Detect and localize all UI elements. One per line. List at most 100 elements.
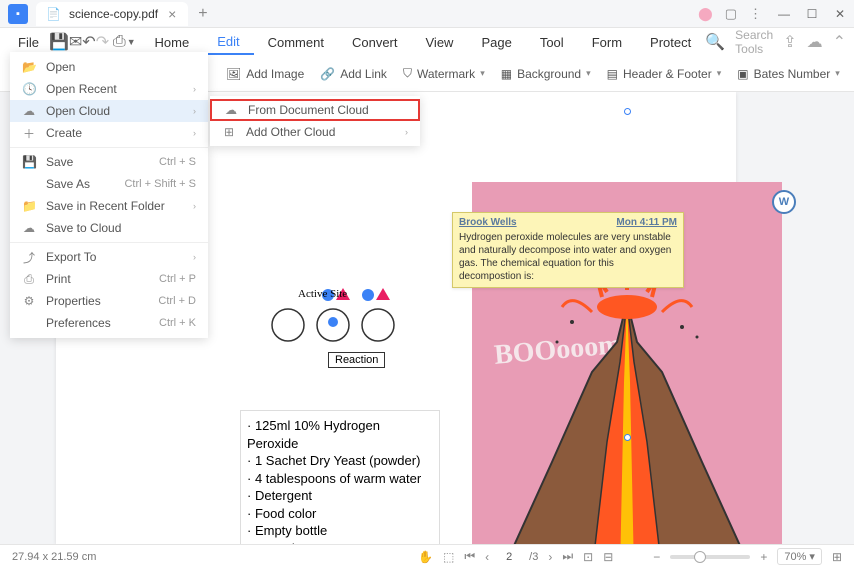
hand-tool-icon[interactable]: ✋ [418,550,433,564]
list-item: · Funnel [247,540,433,544]
comment-popup[interactable]: Brook Wells Mon 4:11 PM Hydrogen peroxid… [452,212,684,288]
redo-icon[interactable]: ↷ [96,30,109,54]
dropdown-icon[interactable]: ▼ [126,30,137,54]
tab-edit[interactable]: Edit [203,30,253,55]
first-page-icon[interactable]: ⏮ [464,549,475,564]
chevron-down-icon: ▾ [835,68,840,79]
document-tab[interactable]: 📄 science-copy.pdf × [36,2,188,26]
fit-page-icon[interactable]: ⊡ [583,550,593,564]
list-item: · Food color [247,505,433,523]
print-icon[interactable]: ⎙ [113,30,126,54]
zoom-thumb[interactable] [694,551,706,563]
page-dimensions: 27.94 x 21.59 cm [12,551,96,563]
save-icon: 💾 [22,155,36,169]
gift-icon[interactable]: ⬤ [698,6,713,22]
menu-create[interactable]: ＋Create› [10,122,208,144]
mail-icon[interactable]: ✉ [69,30,82,54]
zoom-slider[interactable] [670,555,750,559]
add-image-button[interactable]: 🖼Add Image [226,67,304,81]
list-item: · 1 Sachet Dry Yeast (powder) [247,452,433,470]
list-item: · Detergent [247,487,433,505]
chevron-right-icon: › [193,128,196,138]
chevron-down-icon: ▾ [480,68,485,79]
select-tool-icon[interactable]: ⬚ [443,550,454,564]
app-icon: ▪ [8,4,28,24]
header-footer-button[interactable]: ▤Header & Footer▾ [607,67,722,81]
background-button[interactable]: ▦Background▾ [501,67,591,81]
tab-title: science-copy.pdf [69,7,158,21]
menu-properties[interactable]: ⚙PropertiesCtrl + D [10,290,208,312]
page-input[interactable] [499,551,519,563]
comment-body: Hydrogen peroxide molecules are very uns… [459,231,677,283]
menu-open[interactable]: 📂Open [10,56,208,78]
export-icon: ⤴ [22,249,36,266]
zoom-in-icon[interactable]: + [760,550,767,564]
search-tools-label[interactable]: Search Tools [735,28,773,56]
fit-width-icon[interactable]: ⊟ [603,550,613,564]
menu-save-as[interactable]: Save AsCtrl + Shift + S [10,173,208,195]
undo-icon[interactable]: ↶ [82,30,95,54]
menu-print[interactable]: ⎙PrintCtrl + P [10,268,208,290]
search-icon[interactable]: 🔍 [705,32,725,52]
selection-handle[interactable] [624,434,631,441]
tab-protect[interactable]: Protect [636,31,705,54]
chevron-right-icon: › [193,252,196,262]
bates-icon: ▣ [737,67,748,81]
submenu-add-other-cloud[interactable]: ⊞Add Other Cloud› [210,121,420,143]
menu-export[interactable]: ⤴Export To› [10,246,208,268]
header-footer-icon: ▤ [607,67,618,81]
close-button[interactable]: ✕ [826,0,854,28]
tab-form[interactable]: Form [578,31,636,54]
selection-handle[interactable] [624,108,631,115]
tab-tool[interactable]: Tool [526,31,578,54]
tab-add-icon[interactable]: + [198,5,207,23]
tab-page[interactable]: Page [467,31,525,54]
reaction-label: Reaction [328,352,385,368]
cloud-icon[interactable]: ☁ [807,32,823,52]
cloud-up-icon: ☁ [22,221,36,235]
save-icon[interactable]: 💾 [49,30,69,54]
tab-home[interactable]: Home [141,31,204,54]
menu-open-recent[interactable]: 🕓Open Recent› [10,78,208,100]
menu-open-cloud[interactable]: ☁Open Cloud› [10,100,208,122]
chevron-right-icon: › [193,106,196,116]
prev-page-icon[interactable]: ‹ [485,550,489,564]
share-icon[interactable]: ⇪ [783,32,796,52]
submenu-from-document-cloud[interactable]: ☁From Document Cloud [210,99,420,121]
title-bar: ▪ 📄 science-copy.pdf × + ⬤ ▢ ⋮ — ☐ ✕ [0,0,854,28]
print-icon: ⎙ [22,272,36,287]
tab-comment[interactable]: Comment [254,31,338,54]
kebab-icon[interactable]: ⋮ [749,6,762,22]
tab-close-icon[interactable]: × [166,6,178,22]
link-icon: 🔗 [320,67,335,81]
status-bar: 27.94 x 21.59 cm ✋ ⬚ ⏮ ‹ /3 › ⏭ ⊡ ⊟ − + … [0,544,854,568]
zoom-out-icon[interactable]: − [653,550,660,564]
chevron-right-icon: › [193,84,196,94]
menu-save-recent[interactable]: 📁Save in Recent Folder› [10,195,208,217]
next-page-icon[interactable]: › [548,550,552,564]
tab-file-icon: 📄 [46,7,61,21]
menu-save-cloud[interactable]: ☁Save to Cloud [10,217,208,239]
minimize-button[interactable]: — [770,0,798,28]
view-mode-icon[interactable]: ⊞ [832,550,842,564]
page-total: /3 [529,551,538,563]
tab-view[interactable]: View [412,31,468,54]
last-page-icon[interactable]: ⏭ [562,549,573,564]
notification-icon[interactable]: ▢ [725,6,737,22]
file-menu-button[interactable]: File [8,31,49,54]
image-icon: 🖼 [226,67,241,81]
list-item: · 125ml 10% Hydrogen Peroxide [247,417,433,452]
zoom-percent[interactable]: 70% ▾ [777,548,822,565]
tab-convert[interactable]: Convert [338,31,412,54]
cloud-icon: ☁ [22,104,36,118]
reaction-diagram: Active Site Reaction [268,280,398,380]
bates-number-button[interactable]: ▣Bates Number▾ [737,67,840,81]
word-export-icon[interactable]: W [772,190,796,214]
maximize-button[interactable]: ☐ [798,0,826,28]
add-link-button[interactable]: 🔗Add Link [320,67,387,81]
collapse-icon[interactable]: ⌃ [833,32,846,52]
watermark-button[interactable]: ⛉Watermark▾ [403,66,485,81]
menu-preferences[interactable]: PreferencesCtrl + K [10,312,208,334]
gear-icon: ⚙ [22,294,36,308]
menu-save[interactable]: 💾SaveCtrl + S [10,151,208,173]
